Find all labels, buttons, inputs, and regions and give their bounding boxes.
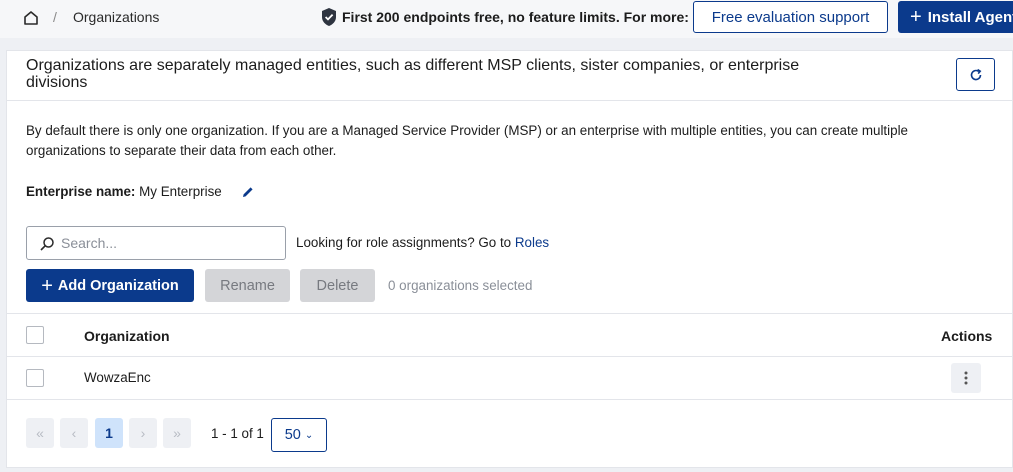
roles-link[interactable]: Roles [515, 235, 549, 250]
card-header: Organizations are separately managed ent… [7, 51, 1012, 101]
delete-button[interactable]: Delete [300, 269, 375, 302]
add-organization-button[interactable]: + Add Organization [26, 269, 194, 302]
page-title: Organizations are separately managed ent… [26, 57, 800, 91]
page-size-value: 50 [284, 427, 301, 443]
select-all-checkbox[interactable] [26, 326, 44, 344]
kebab-menu-icon [964, 371, 968, 385]
next-page-button[interactable]: › [129, 418, 157, 448]
plus-icon: + [41, 274, 53, 297]
enterprise-name-value: My Enterprise [139, 184, 222, 199]
promo-text: First 200 endpoints free, no feature lim… [342, 9, 689, 25]
page-range: 1 - 1 of 1 [211, 426, 264, 441]
table-header: Organization Actions [7, 313, 1012, 357]
column-header-organization[interactable]: Organization [84, 328, 170, 344]
first-page-button[interactable]: « [26, 418, 54, 448]
breadcrumb-current: Organizations [73, 9, 160, 25]
top-bar: / Organizations First 200 endpoints free… [0, 0, 1013, 38]
table-row[interactable]: WowzaEnc [7, 357, 1012, 400]
search-input[interactable] [61, 233, 276, 253]
free-evaluation-support-button[interactable]: Free evaluation support [693, 1, 888, 33]
previous-page-button[interactable]: ‹ [60, 418, 88, 448]
install-agent-button[interactable]: + Install Agent [898, 1, 1013, 33]
page-description: By default there is only one organizatio… [26, 123, 908, 158]
enterprise-name: Enterprise name: My Enterprise [26, 184, 222, 199]
organization-name-cell: WowzaEnc [84, 370, 151, 385]
install-agent-label: Install Agent [927, 8, 1013, 26]
last-page-button[interactable]: » [163, 418, 191, 448]
enterprise-name-label: Enterprise name: [26, 184, 136, 199]
shield-check-icon [322, 8, 336, 26]
organizations-card: Organizations are separately managed ent… [6, 50, 1013, 468]
search-field[interactable] [26, 226, 286, 260]
home-icon[interactable] [22, 9, 40, 27]
column-header-actions: Actions [941, 328, 993, 344]
chevron-down-icon: ⌄ [304, 429, 314, 441]
search-icon [40, 237, 54, 251]
current-page-button[interactable]: 1 [95, 418, 123, 448]
refresh-icon [970, 68, 981, 80]
rename-label: Rename [220, 277, 275, 294]
selection-status: 0 organizations selected [388, 278, 533, 293]
role-assignments-hint: Looking for role assignments? Go to Role… [296, 235, 549, 250]
rename-button[interactable]: Rename [205, 269, 290, 302]
delete-label: Delete [316, 277, 359, 294]
row-checkbox[interactable] [26, 369, 44, 387]
role-hint-text: Looking for role assignments? Go to [296, 235, 512, 250]
breadcrumb-separator: / [53, 9, 57, 25]
refresh-button[interactable] [956, 58, 995, 91]
page-size-select[interactable]: 50 ⌄ [271, 418, 327, 452]
row-actions-button[interactable] [951, 363, 981, 393]
pencil-icon[interactable] [241, 185, 255, 199]
free-evaluation-support-label: Free evaluation support [711, 8, 870, 26]
plus-icon: + [910, 6, 922, 28]
add-organization-label: Add Organization [57, 277, 179, 294]
